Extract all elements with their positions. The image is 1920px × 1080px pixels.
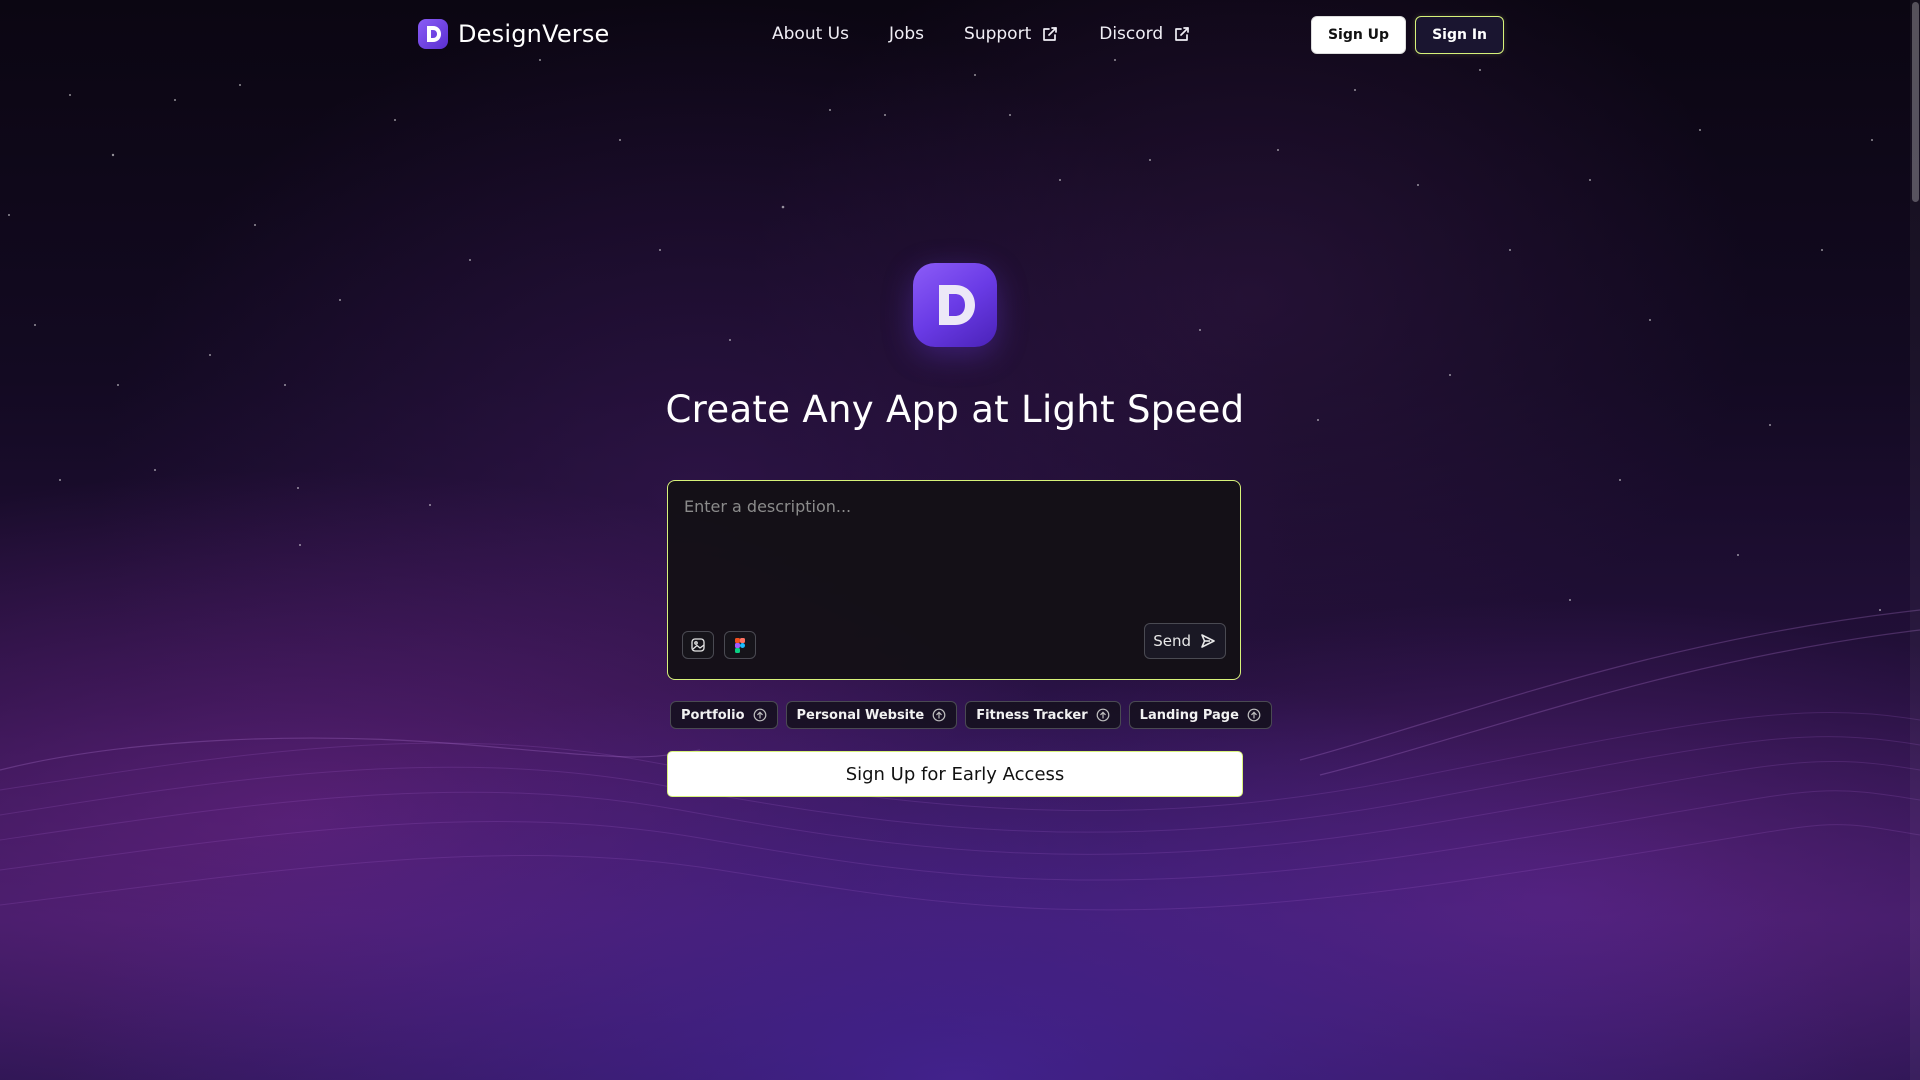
prompt-box: Send	[667, 480, 1241, 680]
arrow-up-circle-icon	[753, 708, 766, 722]
page-scrollbar[interactable]	[1910, 0, 1920, 1080]
figma-import-button[interactable]	[724, 631, 756, 659]
figma-icon	[735, 637, 745, 653]
chip-label: Fitness Tracker	[976, 707, 1088, 723]
external-link-icon	[1175, 27, 1189, 41]
image-upload-icon	[691, 638, 705, 652]
chip-fitness-tracker[interactable]: Fitness Tracker	[965, 701, 1121, 729]
nav-jobs[interactable]: Jobs	[889, 24, 924, 44]
main-nav: About Us Jobs Support Discord	[772, 24, 1191, 44]
chip-portfolio[interactable]: Portfolio	[670, 701, 778, 729]
image-upload-button[interactable]	[682, 631, 714, 659]
chip-label: Portfolio	[681, 707, 745, 723]
send-icon	[1201, 634, 1215, 648]
suggestion-chips: Portfolio Personal Website Fitness Track…	[670, 701, 1272, 729]
external-link-icon	[1043, 27, 1058, 41]
chip-landing-page[interactable]: Landing Page	[1128, 701, 1272, 729]
nav-support[interactable]: Support	[964, 24, 1059, 44]
arrow-up-circle-icon	[1247, 708, 1261, 722]
d-logo-icon	[418, 19, 448, 49]
sign-in-button[interactable]: Sign In	[1415, 16, 1504, 54]
auth-buttons: Sign Up Sign In	[1310, 16, 1504, 54]
chip-personal-website[interactable]: Personal Website	[785, 701, 958, 729]
nav-jobs-label: Jobs	[888, 24, 925, 44]
brand-name: DesignVerse	[458, 20, 610, 48]
description-input[interactable]	[682, 495, 1226, 599]
send-button[interactable]: Send	[1144, 623, 1226, 659]
early-access-button[interactable]: Sign Up for Early Access	[667, 751, 1243, 797]
nav-support-label: Support	[964, 24, 1032, 44]
hero-d-logo-icon	[913, 263, 997, 347]
arrow-up-circle-icon	[1096, 708, 1110, 722]
chip-label: Personal Website	[796, 707, 925, 723]
sign-up-button[interactable]: Sign Up	[1310, 16, 1407, 54]
chip-label: Landing Page	[1139, 707, 1239, 723]
brand-home-link[interactable]: DesignVerse	[418, 19, 610, 49]
nav-about-us[interactable]: About Us	[772, 24, 849, 44]
hero-title: Create Any App at Light Speed	[665, 388, 1245, 431]
arrow-up-circle-icon	[932, 708, 946, 722]
top-navbar: DesignVerse About Us Jobs Support Discor…	[0, 0, 1920, 70]
nav-discord[interactable]: Discord	[1099, 24, 1191, 44]
send-label: Send	[1153, 632, 1191, 650]
nav-discord-label: Discord	[1099, 24, 1164, 44]
nav-about-us-label: About Us	[772, 24, 849, 44]
